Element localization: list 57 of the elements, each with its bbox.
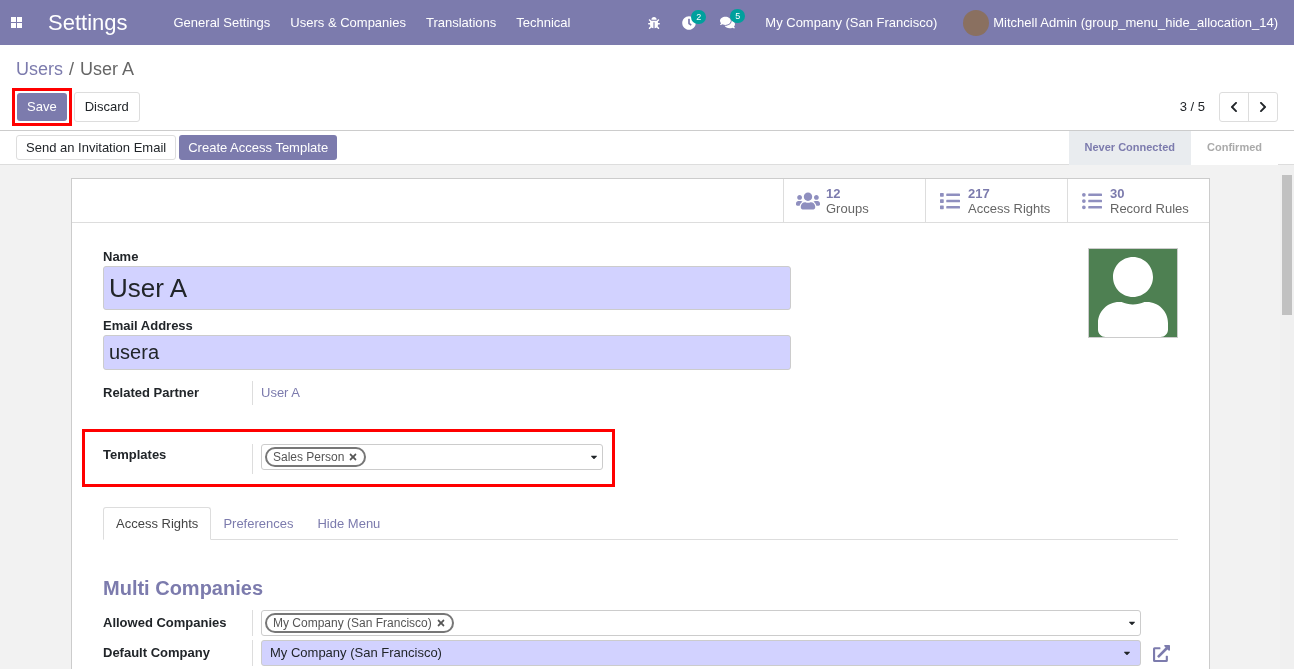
form-tab[interactable]: Hide Menu bbox=[305, 507, 393, 540]
stat-icon bbox=[938, 190, 962, 211]
stat-value: 30 bbox=[1110, 185, 1126, 201]
stat-value: 217 bbox=[968, 185, 991, 201]
stat-icon bbox=[1080, 190, 1104, 211]
stat-value: 12 bbox=[826, 185, 842, 201]
partner-link[interactable]: User A bbox=[261, 383, 300, 403]
default-company-field[interactable]: My Company (San Francisco) bbox=[261, 640, 1141, 666]
field-label: Email Address bbox=[103, 317, 194, 335]
email-input[interactable]: usera bbox=[103, 335, 791, 370]
pager-value: 3 / 5 bbox=[1179, 98, 1205, 117]
breadcrumb-link[interactable]: Users bbox=[16, 56, 63, 83]
bug-icon[interactable] bbox=[648, 16, 661, 29]
breadcrumb-separator: / bbox=[69, 58, 75, 81]
field-label: Default Company bbox=[103, 644, 211, 663]
apps-grid-icon[interactable] bbox=[11, 17, 22, 28]
app-title: Settings bbox=[48, 9, 128, 37]
field-label: Name bbox=[103, 248, 140, 266]
stat-button[interactable]: 30 Record Rules bbox=[1067, 179, 1209, 222]
tag-chip: Sales Person bbox=[265, 447, 367, 467]
form-tab[interactable]: Preferences bbox=[211, 507, 306, 540]
discard-button[interactable]: Discard bbox=[73, 92, 140, 122]
menu-link[interactable]: Translations bbox=[415, 12, 507, 33]
stat-button[interactable]: 12 Groups bbox=[783, 179, 925, 222]
chevron-left-icon bbox=[1228, 101, 1240, 113]
field-label: Templates bbox=[103, 446, 168, 464]
breadcrumb-current: User A bbox=[80, 58, 135, 81]
stat-button[interactable]: 217 Access Rights bbox=[925, 179, 1067, 222]
header-action-button[interactable]: Create Access Template bbox=[179, 135, 338, 160]
header-action-button[interactable]: Send an Invitation Email bbox=[16, 135, 177, 160]
allowed-companies-field[interactable]: My Company (San Francisco) bbox=[261, 610, 1141, 636]
chevron-right-icon bbox=[1257, 101, 1269, 113]
stat-label: Access Rights bbox=[968, 200, 1051, 216]
field-label: Allowed Companies bbox=[103, 614, 228, 633]
stat-label: Record Rules bbox=[1110, 200, 1189, 216]
avatar-placeholder[interactable] bbox=[1088, 248, 1178, 338]
chat-icon[interactable] bbox=[720, 15, 736, 30]
remove-icon[interactable] bbox=[435, 618, 446, 628]
field-label: Related Partner bbox=[103, 384, 201, 403]
templates-field[interactable]: Sales Person bbox=[261, 444, 603, 470]
user-menu[interactable]: Mitchell Admin (group_menu_hide_allocation_14) bbox=[993, 12, 1278, 33]
stat-label: Groups bbox=[826, 200, 869, 216]
section-title: Multi Companies bbox=[103, 577, 263, 599]
menu-link[interactable]: Technical bbox=[506, 12, 581, 33]
menu-link[interactable]: Users & Companies bbox=[280, 12, 416, 33]
company-switcher[interactable]: My Company (San Francisco) bbox=[765, 12, 938, 33]
external-link-icon[interactable] bbox=[1153, 644, 1170, 662]
tag-chip: My Company (San Francisco) bbox=[265, 613, 454, 633]
save-button[interactable]: Save bbox=[17, 93, 67, 121]
remove-icon[interactable] bbox=[348, 452, 359, 462]
activity-badge: 2 bbox=[691, 9, 707, 24]
status-stage[interactable]: Never Connected bbox=[1068, 130, 1191, 165]
stat-icon bbox=[796, 190, 820, 211]
menu-link[interactable]: General Settings bbox=[163, 12, 281, 33]
form-tab[interactable]: Access Rights bbox=[103, 507, 212, 540]
message-badge: 5 bbox=[730, 9, 746, 23]
name-input[interactable]: User A bbox=[103, 266, 791, 310]
